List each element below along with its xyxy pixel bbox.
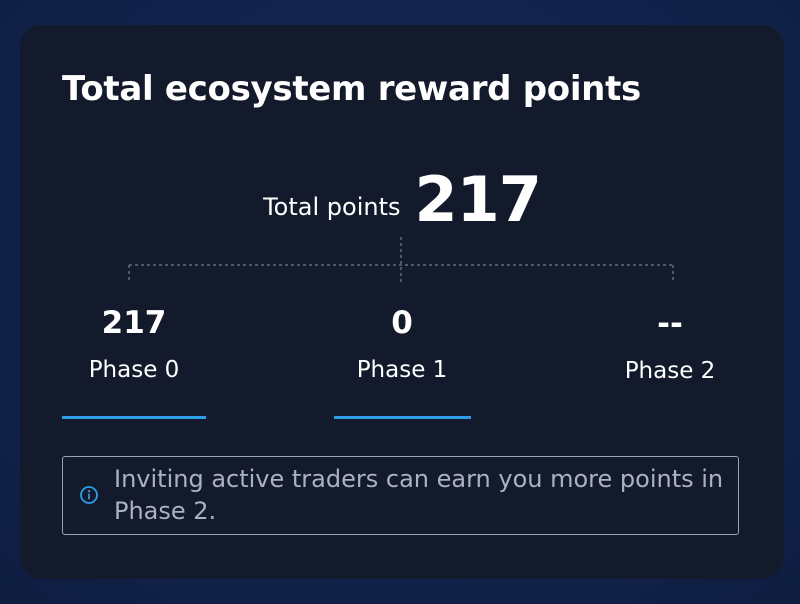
phase-0-value: 217 xyxy=(101,305,167,341)
phase-2-item[interactable]: -- Phase 2 xyxy=(585,306,755,384)
info-notice: Inviting active traders can earn you mor… xyxy=(62,456,739,535)
phase-0-item[interactable]: 217 Phase 0 xyxy=(49,305,219,383)
phase-2-value: -- xyxy=(657,306,683,342)
phase-0-underline xyxy=(62,416,206,419)
phase-2-label: Phase 2 xyxy=(624,358,716,384)
reward-points-card: Total ecosystem reward points Total poin… xyxy=(20,25,784,579)
phase-1-value: 0 xyxy=(391,305,413,341)
phase-1-label: Phase 1 xyxy=(356,357,448,383)
phase-0-label: Phase 0 xyxy=(88,357,180,383)
phase-connector-lines xyxy=(128,237,674,283)
phase-1-item[interactable]: 0 Phase 1 xyxy=(317,305,487,383)
phase-1-underline xyxy=(334,416,471,419)
info-circle-icon xyxy=(80,486,98,504)
info-text: Inviting active traders can earn you mor… xyxy=(114,465,724,525)
